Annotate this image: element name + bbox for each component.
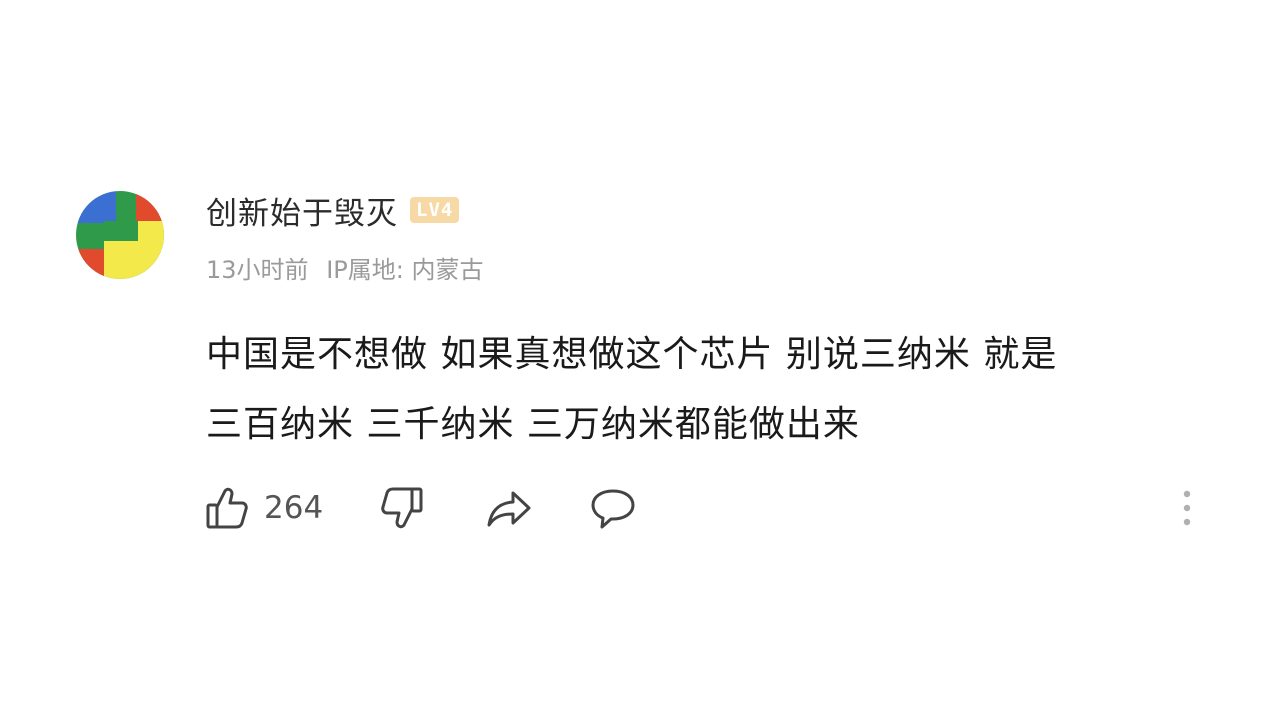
- share-icon: [487, 491, 531, 527]
- comment-item: 创新始于毁灭 LV4 13小时前 IP属地: 内蒙古 中国是不想做 如果真想做这…: [0, 0, 1280, 720]
- reply-icon: [591, 489, 635, 529]
- comment-content: 中国是不想做 如果真想做这个芯片 别说三纳米 就是 三百纳米 三千纳米 三万纳米…: [206, 320, 1216, 460]
- comment-content-line: 中国是不想做 如果真想做这个芯片 别说三纳米 就是: [206, 334, 1058, 375]
- comment-actions: 264: [204, 484, 637, 532]
- dislike-button[interactable]: [379, 485, 425, 531]
- more-options-button[interactable]: [1172, 484, 1202, 532]
- level-badge: LV4: [410, 197, 460, 223]
- thumbs-up-icon: [206, 487, 248, 529]
- ip-location: IP属地: 内蒙古: [326, 256, 484, 284]
- username[interactable]: 创新始于毁灭: [206, 188, 398, 233]
- avatar[interactable]: [76, 191, 164, 279]
- username-row: 创新始于毁灭 LV4: [206, 188, 460, 233]
- thumbs-down-icon: [381, 487, 423, 529]
- reply-button[interactable]: [589, 485, 637, 531]
- comment-time: 13小时前: [206, 256, 309, 284]
- like-button[interactable]: 264: [204, 485, 323, 531]
- comment-meta: 13小时前 IP属地: 内蒙古: [206, 250, 483, 285]
- more-vertical-icon: [1183, 490, 1191, 526]
- comment-content-line: 三百纳米 三千纳米 三万纳米都能做出来: [206, 404, 860, 445]
- like-count: 264: [264, 490, 324, 526]
- avatar-icon: [76, 191, 164, 279]
- share-button[interactable]: [485, 485, 533, 531]
